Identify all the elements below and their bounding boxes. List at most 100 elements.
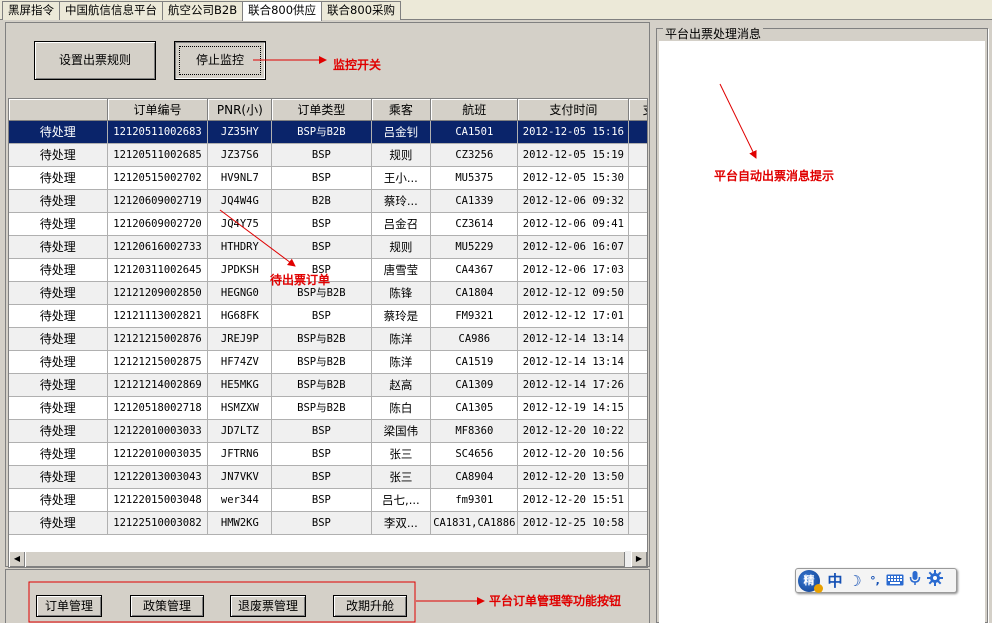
table-row[interactable]: 待处理 12121214002869 HE5MKG BSP与B2B 赵高 CA1309 20…	[9, 373, 647, 397]
cell-order-no: 12121214002869	[107, 373, 209, 397]
column-header-2[interactable]: PNR(小)	[207, 99, 273, 121]
focus-rect	[179, 46, 261, 75]
cell-flight: fm9301	[430, 488, 519, 512]
message-area[interactable]	[659, 41, 985, 623]
table-row[interactable]: 待处理 12120609002720 JQ4Y75 BSP 吕金召 CZ3614 2012-…	[9, 212, 647, 236]
column-header-3[interactable]: 订单类型	[271, 99, 372, 121]
column-header-1[interactable]: 订单编号	[107, 99, 209, 121]
policy-management-button[interactable]: 政策管理	[130, 595, 204, 617]
column-header-6[interactable]: 支付时间	[517, 99, 630, 121]
tab-bar: 黑屏指令 中国航信信息平台 航空公司B2B 联合800供应 联合800采购	[0, 0, 992, 21]
column-header-7[interactable]: 支	[628, 99, 647, 121]
cell-paid-at: 2012-12-05 15:16	[517, 120, 630, 144]
column-header-4[interactable]: 乘客	[371, 99, 432, 121]
punctuation-icon[interactable]: °,	[866, 570, 884, 592]
cell-flight: CA1519	[430, 350, 519, 374]
table-row[interactable]: 待处理 12120511002683 JZ35HY BSP与B2B 吕金钊 CA1501 2…	[9, 120, 647, 144]
scroll-right-icon[interactable]: ▶	[631, 551, 647, 567]
annotation-auto-message: 平台自动出票消息提示	[714, 169, 835, 183]
cell-overflow	[628, 212, 647, 236]
cell-status: 待处理	[9, 143, 108, 167]
tab-2[interactable]: 航空公司B2B	[162, 1, 244, 20]
table-row[interactable]: 待处理 12122010003035 JFTRN6 BSP 张三 SC4656 2012-1…	[9, 442, 647, 466]
set-ticketing-rule-button[interactable]: 设置出票规则	[34, 41, 156, 80]
change-upgrade-button[interactable]: 改期升舱	[333, 595, 407, 617]
cell-type: BSP与B2B	[271, 396, 372, 420]
cell-order-no: 12120609002719	[107, 189, 209, 213]
horizontal-scrollbar[interactable]: ◀ ▶	[9, 550, 647, 567]
gear-icon[interactable]	[926, 569, 944, 592]
cell-type: BSP	[271, 419, 372, 443]
order-grid[interactable]: 订单编号PNR(小)订单类型乘客航班支付时间支 待处理1212051100268…	[8, 98, 648, 568]
table-row[interactable]: 待处理 12121215002876 JREJ9P BSP与B2B 陈洋 CA986 201…	[9, 327, 647, 351]
table-row[interactable]: 待处理 12122510003082 HMW2KG BSP 李双... CA1831,CA…	[9, 511, 647, 535]
cell-paid-at: 2012-12-06 17:03	[517, 258, 630, 282]
refund-management-button[interactable]: 退废票管理	[230, 595, 306, 617]
cell-overflow	[628, 350, 647, 374]
cell-type: BSP与B2B	[271, 327, 372, 351]
cell-passenger: 吕金钊	[371, 120, 432, 144]
table-row[interactable]: 待处理 12122010003033 JD7LTZ BSP 梁国伟 MF8360 2012-…	[9, 419, 647, 443]
cell-flight: CZ3614	[430, 212, 519, 236]
tab-0[interactable]: 黑屏指令	[2, 1, 60, 20]
table-row[interactable]: 待处理 12121215002875 HF74ZV BSP与B2B 陈洋 CA1519 20…	[9, 350, 647, 374]
table-row[interactable]: 待处理 12120518002718 HSMZXW BSP与B2B 陈白 CA1305 20…	[9, 396, 647, 420]
cell-order-no: 12121215002875	[107, 350, 209, 374]
annotation-pending-orders: 待出票订单	[270, 273, 331, 287]
cell-order-no: 12120311002645	[107, 258, 209, 282]
cell-type: BSP	[271, 235, 372, 259]
cell-paid-at: 2012-12-20 10:22	[517, 419, 630, 443]
table-row[interactable]: 待处理 12122013003043 JN7VKV BSP 张三 CA8904 2012-1…	[9, 465, 647, 489]
ime-logo-icon[interactable]: 精	[798, 569, 823, 593]
cell-passenger: 蔡玲...	[371, 189, 432, 213]
order-management-button[interactable]: 订单管理	[36, 595, 102, 617]
table-row[interactable]: 待处理 12122015003048 wer344 BSP 吕七,... fm9301 20…	[9, 488, 647, 512]
order-table: 订单编号PNR(小)订单类型乘客航班支付时间支 待处理1212051100268…	[9, 99, 647, 535]
cell-pnr: JZ37S6	[207, 143, 273, 167]
table-row[interactable]: 待处理 12120609002719 JQ4W4G B2B 蔡玲... CA1339 201…	[9, 189, 647, 213]
cell-passenger: 张三	[371, 442, 432, 466]
cell-status: 待处理	[9, 189, 108, 213]
cell-passenger: 李双...	[371, 511, 432, 535]
keyboard-icon[interactable]	[886, 570, 904, 592]
cell-flight: SC4656	[430, 442, 519, 466]
cell-passenger: 陈锋	[371, 281, 432, 305]
cell-flight: CA1309	[430, 373, 519, 397]
cell-status: 待处理	[9, 120, 108, 144]
cell-pnr: JPDKSH	[207, 258, 273, 282]
chinese-mode-icon[interactable]: 中	[826, 570, 844, 592]
column-header-5[interactable]: 航班	[430, 99, 519, 121]
cell-pnr: JQ4W4G	[207, 189, 273, 213]
cell-overflow	[628, 120, 647, 144]
cell-pnr: JZ35HY	[207, 120, 273, 144]
stop-monitor-button[interactable]: 停止监控	[174, 41, 266, 80]
cell-flight: CA1305	[430, 396, 519, 420]
cell-flight: CA1804	[430, 281, 519, 305]
ime-toolbar[interactable]: 精 中 ☽ °,	[795, 568, 957, 593]
cell-order-no: 12120515002702	[107, 166, 209, 190]
tab-1[interactable]: 中国航信信息平台	[59, 1, 163, 20]
tab-4[interactable]: 联合800采购	[321, 1, 402, 20]
cell-type: BSP与B2B	[271, 373, 372, 397]
cell-status: 待处理	[9, 488, 108, 512]
cell-type: BSP与B2B	[271, 350, 372, 374]
microphone-icon[interactable]	[906, 570, 924, 592]
table-row[interactable]: 待处理 12120515002702 HV9NL7 BSP 王小... MU5375 201…	[9, 166, 647, 190]
cell-order-no: 12122015003048	[107, 488, 209, 512]
tab-3[interactable]: 联合800供应	[242, 1, 323, 21]
cell-paid-at: 2012-12-05 15:30	[517, 166, 630, 190]
moon-icon[interactable]: ☽	[846, 570, 864, 592]
cell-overflow	[628, 373, 647, 397]
column-header-0[interactable]	[9, 99, 108, 121]
order-panel: 设置出票规则 停止监控 订单编号PNR(小)订单类型乘客航班支付时间支 待处理1…	[5, 22, 650, 568]
cell-paid-at: 2012-12-06 16:07	[517, 235, 630, 259]
scroll-left-icon[interactable]: ◀	[9, 551, 25, 567]
cell-order-no: 12120609002720	[107, 212, 209, 236]
table-row[interactable]: 待处理 12121113002821 HG68FK BSP 蔡玲是 FM9321 2012-…	[9, 304, 647, 328]
table-row[interactable]: 待处理 12120511002685 JZ37S6 BSP 规则 CZ3256 2012-1…	[9, 143, 647, 167]
table-row[interactable]: 待处理 12120616002733 HTHDRY BSP 规则 MU5229 2012-1…	[9, 235, 647, 259]
cell-order-no: 12122510003082	[107, 511, 209, 535]
cell-order-no: 12120511002685	[107, 143, 209, 167]
cell-overflow	[628, 304, 647, 328]
scroll-thumb[interactable]	[25, 551, 625, 567]
